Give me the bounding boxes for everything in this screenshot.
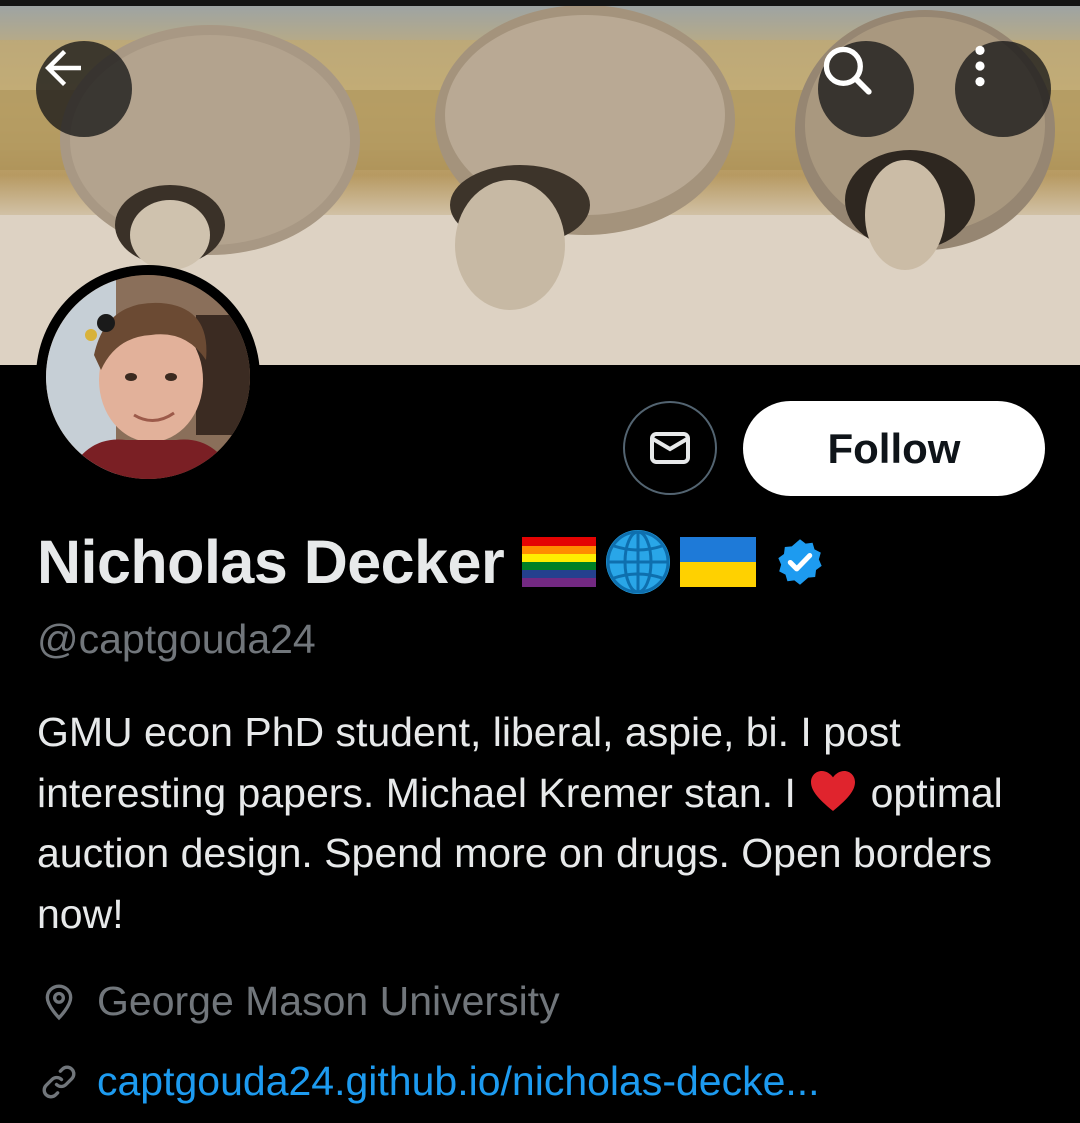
search-button[interactable] xyxy=(818,41,914,137)
display-name: Nicholas Decker xyxy=(37,528,505,596)
location-text: George Mason University xyxy=(97,978,560,1024)
envelope-icon xyxy=(650,432,690,464)
ukraine-flag-icon xyxy=(680,537,757,587)
red-heart-icon xyxy=(811,770,856,811)
website-link[interactable]: captgouda24.github.io/nicholas-decke... xyxy=(97,1058,820,1105)
globe-icon xyxy=(606,530,671,594)
more-options-button[interactable] xyxy=(955,41,1051,137)
more-vertical-icon xyxy=(975,45,985,87)
avatar-photo xyxy=(46,275,250,479)
user-handle: @captgouda24 xyxy=(37,616,316,662)
follow-button[interactable]: Follow xyxy=(743,401,1045,496)
website-row: captgouda24.github.io/nicholas-decke... xyxy=(37,1058,820,1105)
display-name-row: Nicholas Decker xyxy=(37,526,826,598)
profile-bio: GMU econ PhD student, liberal, aspie, bi… xyxy=(37,702,1047,944)
rainbow-flag-icon xyxy=(522,537,597,587)
bio-text-part1: GMU econ PhD student, liberal, aspie, bi… xyxy=(37,709,901,816)
location-pin-icon xyxy=(37,980,81,1024)
message-button[interactable] xyxy=(623,401,717,495)
link-icon xyxy=(37,1060,81,1104)
verified-badge-icon[interactable] xyxy=(774,536,826,588)
status-strip xyxy=(0,0,1080,6)
location-row: George Mason University xyxy=(37,978,560,1025)
name-emojis xyxy=(522,526,757,598)
arrow-left-icon xyxy=(45,50,81,86)
search-icon xyxy=(823,46,872,95)
avatar[interactable] xyxy=(36,265,260,489)
back-button[interactable] xyxy=(36,41,132,137)
